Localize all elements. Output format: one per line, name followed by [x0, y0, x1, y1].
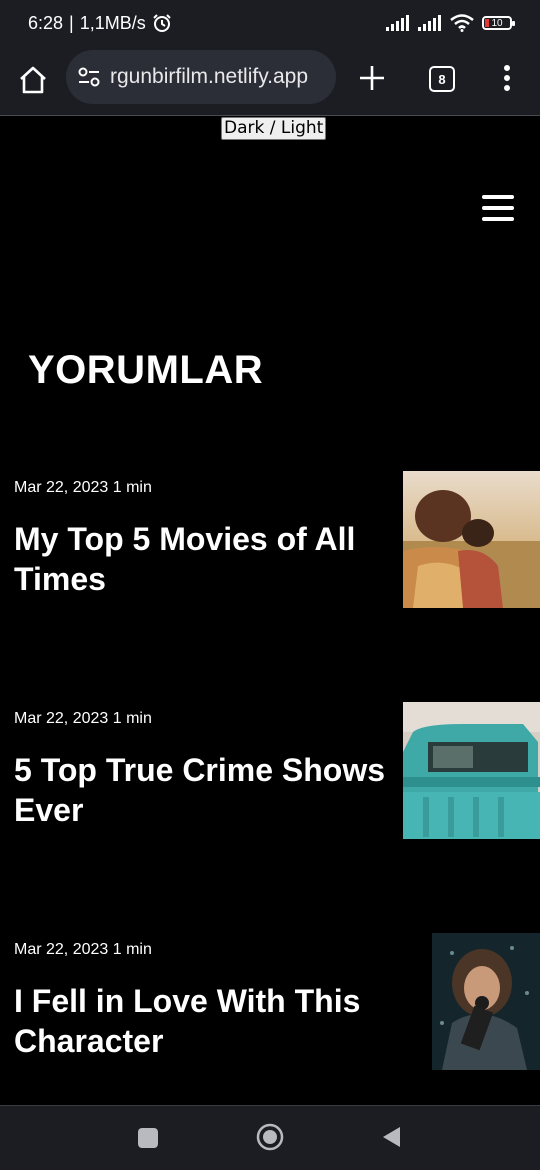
theme-toggle-button[interactable]: Dark / Light — [221, 117, 327, 140]
post-thumbnail[interactable] — [403, 471, 540, 608]
page-title: YORUMLAR — [28, 348, 264, 392]
post-meta: Mar 22, 2023 1 min — [14, 479, 152, 496]
signal-icon-2 — [418, 15, 441, 31]
more-vertical-icon[interactable] — [497, 63, 517, 93]
wifi-icon — [450, 14, 474, 32]
post-title[interactable]: 5 Top True Crime Shows Ever — [14, 750, 394, 830]
battery-fill — [485, 19, 489, 27]
hamburger-line — [482, 195, 514, 199]
status-right: 10 — [386, 14, 515, 32]
post-thumbnail[interactable] — [432, 933, 540, 1070]
post-thumbnail[interactable] — [403, 702, 540, 839]
post-meta: Mar 22, 2023 1 min — [14, 941, 152, 958]
signal-icon — [386, 15, 409, 31]
hamburger-line — [482, 217, 514, 221]
post-meta: Mar 22, 2023 1 min — [14, 710, 152, 727]
square-icon[interactable] — [138, 1128, 158, 1148]
home-icon[interactable] — [16, 63, 50, 97]
post-title[interactable]: My Top 5 Movies of All Times — [14, 519, 394, 599]
system-nav-bar — [0, 1105, 540, 1170]
status-separator: | — [69, 12, 74, 33]
tab-switcher-button[interactable]: 8 — [429, 66, 455, 92]
hamburger-menu-icon[interactable] — [482, 195, 514, 225]
site-settings-icon[interactable] — [78, 67, 100, 87]
circle-icon[interactable] — [256, 1123, 284, 1151]
triangle-back-icon[interactable] — [380, 1125, 402, 1149]
status-time: 6:28 — [28, 12, 64, 33]
post-title[interactable]: I Fell in Love With This Character — [14, 981, 394, 1061]
vintage-car-photo — [403, 702, 540, 839]
address-bar[interactable]: rgunbirfilm.netlify.app — [66, 50, 336, 104]
status-speed: 1,1MB/s — [79, 12, 146, 33]
url-text[interactable]: rgunbirfilm.netlify.app — [110, 65, 308, 89]
alarm-icon — [153, 14, 171, 32]
plus-icon[interactable] — [356, 62, 388, 94]
browser-toolbar: rgunbirfilm.netlify.app 8 — [0, 46, 540, 116]
battery-level: 10 — [491, 17, 503, 29]
couple-photo — [403, 471, 540, 608]
status-bar: 6:28 | 1,1MB/s 10 — [0, 0, 540, 46]
status-left: 6:28 | 1,1MB/s — [28, 13, 172, 34]
hamburger-line — [482, 206, 514, 210]
character-photo — [432, 933, 540, 1070]
battery-icon: 10 — [482, 16, 515, 30]
